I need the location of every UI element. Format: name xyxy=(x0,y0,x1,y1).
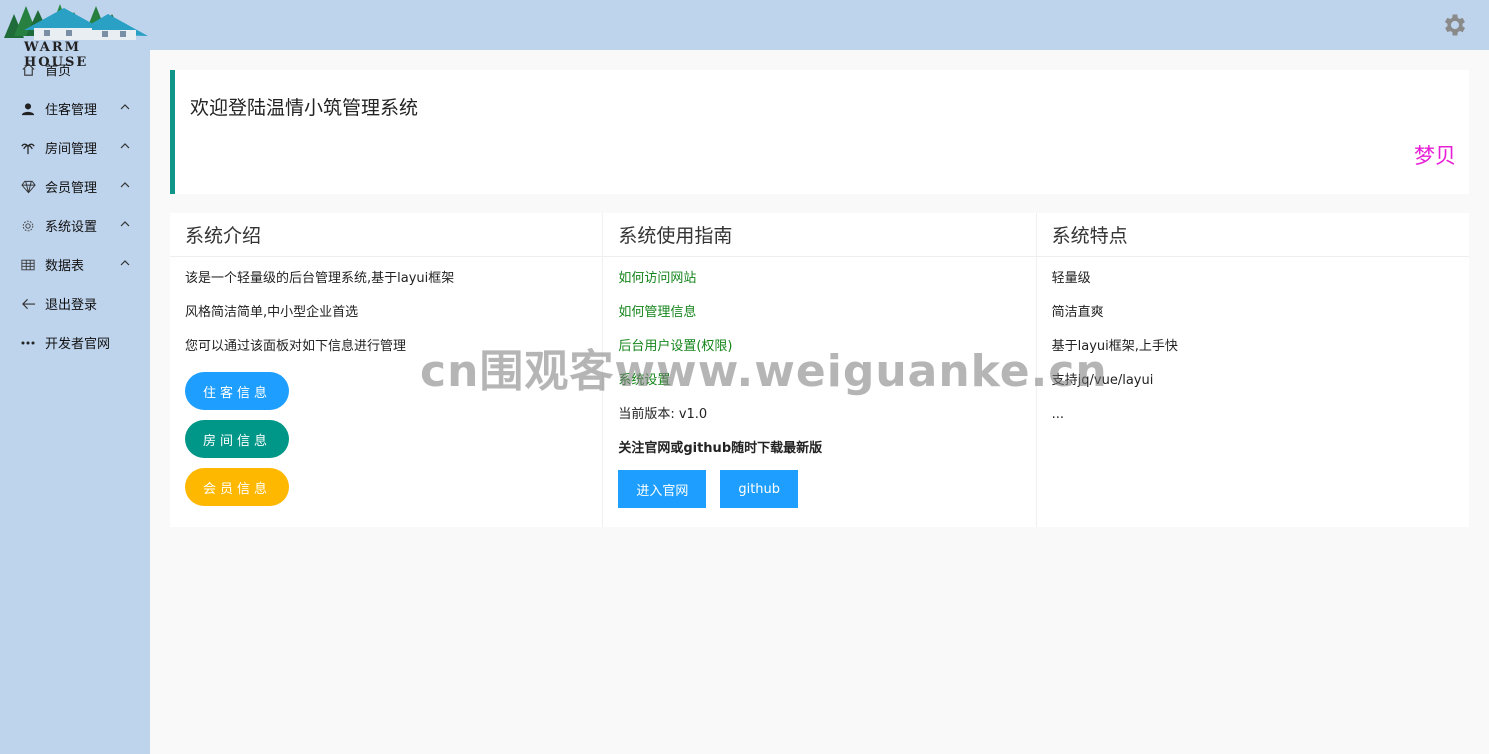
panel-title: 系统介绍 xyxy=(170,213,603,257)
sidebar-item-label: 退出登录 xyxy=(45,298,98,313)
sidebar-item-members[interactable]: 会员管理 xyxy=(0,167,150,206)
arrow-left-icon xyxy=(20,296,36,312)
home-icon xyxy=(20,62,36,78)
info-panels: 系统介绍 该是一个轻量级的后台管理系统,基于layui框架 风格简洁简单,中小型… xyxy=(170,213,1469,527)
sidebar-item-home[interactable]: 首页 xyxy=(0,50,150,89)
top-header xyxy=(150,0,1489,50)
sidebar-item-logout[interactable]: 退出登录 xyxy=(0,284,150,323)
version-text: 当前版本: v1.0 xyxy=(618,407,708,422)
panel-system-features: 系统特点 轻量级 简洁直爽 基于layui框架,上手快 支持jq/vue/lay… xyxy=(1036,213,1469,527)
sidebar: WARM HOUSE 首页 住客管理 房间管理 会员管理 系统设置 数据表 退出… xyxy=(0,0,150,754)
more-icon xyxy=(20,335,36,351)
chevron-up-icon[interactable] xyxy=(120,141,130,151)
sidebar-item-label: 首页 xyxy=(45,64,72,79)
github-button[interactable]: github xyxy=(720,470,799,508)
feature-line: 轻量级 xyxy=(1051,271,1091,286)
intro-line: 该是一个轻量级的后台管理系统,基于layui框架 xyxy=(185,271,455,286)
feature-line: 简洁直爽 xyxy=(1051,305,1104,320)
chevron-up-icon[interactable] xyxy=(120,180,130,190)
sidebar-item-settings[interactable]: 系统设置 xyxy=(0,206,150,245)
official-site-button[interactable]: 进入官网 xyxy=(618,470,707,508)
feature-line: ... xyxy=(1051,407,1065,422)
palm-icon xyxy=(20,140,36,156)
guide-link[interactable]: 系统设置 xyxy=(618,372,1020,389)
intro-line: 风格简洁简单,中小型企业首选 xyxy=(185,305,359,320)
sidebar-item-label: 住客管理 xyxy=(45,103,98,118)
chevron-up-icon[interactable] xyxy=(120,219,130,229)
download-notice: 关注官网或github随时下载最新版 xyxy=(618,441,823,456)
welcome-title: 欢迎登陆温情小筑管理系统 xyxy=(190,97,419,119)
sidebar-item-label: 会员管理 xyxy=(45,181,98,196)
sidebar-item-label: 数据表 xyxy=(45,259,85,274)
intro-line: 您可以通过该面板对如下信息进行管理 xyxy=(185,339,407,354)
sidebar-item-label: 开发者官网 xyxy=(45,337,111,352)
welcome-marquee: 梦贝 xyxy=(1414,144,1456,168)
chevron-up-icon[interactable] xyxy=(120,102,130,112)
user-icon xyxy=(20,101,36,117)
sidebar-item-guests[interactable]: 住客管理 xyxy=(0,89,150,128)
member-info-button[interactable]: 会员信息 xyxy=(185,468,289,506)
panel-usage-guide: 系统使用指南 如何访问网站 如何管理信息 后台用户设置(权限) 系统设置 当前版… xyxy=(603,213,1037,527)
diamond-icon xyxy=(20,179,36,195)
guest-info-button[interactable]: 住客信息 xyxy=(185,372,289,410)
chevron-up-icon[interactable] xyxy=(120,258,130,268)
gear-icon xyxy=(20,218,36,234)
room-info-button[interactable]: 房间信息 xyxy=(185,420,289,458)
guide-link[interactable]: 如何管理信息 xyxy=(618,304,1020,321)
sidebar-item-label: 系统设置 xyxy=(45,220,98,235)
gear-icon[interactable] xyxy=(1441,11,1469,39)
house-logo-icon xyxy=(4,4,148,40)
panel-title: 系统使用指南 xyxy=(603,213,1036,257)
sidebar-item-tables[interactable]: 数据表 xyxy=(0,245,150,284)
guide-link[interactable]: 如何访问网站 xyxy=(618,270,1020,287)
sidebar-item-label: 房间管理 xyxy=(45,142,98,157)
guide-link[interactable]: 后台用户设置(权限) xyxy=(618,338,1020,355)
feature-line: 基于layui框架,上手快 xyxy=(1051,339,1178,354)
table-icon xyxy=(20,257,36,273)
panel-title: 系统特点 xyxy=(1036,213,1469,257)
sidebar-item-rooms[interactable]: 房间管理 xyxy=(0,128,150,167)
main-content: 欢迎登陆温情小筑管理系统 梦贝 系统介绍 该是一个轻量级的后台管理系统,基于la… xyxy=(150,50,1489,754)
sidebar-nav: 首页 住客管理 房间管理 会员管理 系统设置 数据表 退出登录 开发者官网 xyxy=(0,50,150,362)
feature-line: 支持jq/vue/layui xyxy=(1051,373,1154,388)
logo[interactable]: WARM HOUSE xyxy=(4,0,150,70)
panel-system-intro: 系统介绍 该是一个轻量级的后台管理系统,基于layui框架 风格简洁简单,中小型… xyxy=(170,213,604,527)
welcome-banner: 欢迎登陆温情小筑管理系统 梦贝 xyxy=(170,70,1469,194)
sidebar-item-developer-site[interactable]: 开发者官网 xyxy=(0,323,150,362)
